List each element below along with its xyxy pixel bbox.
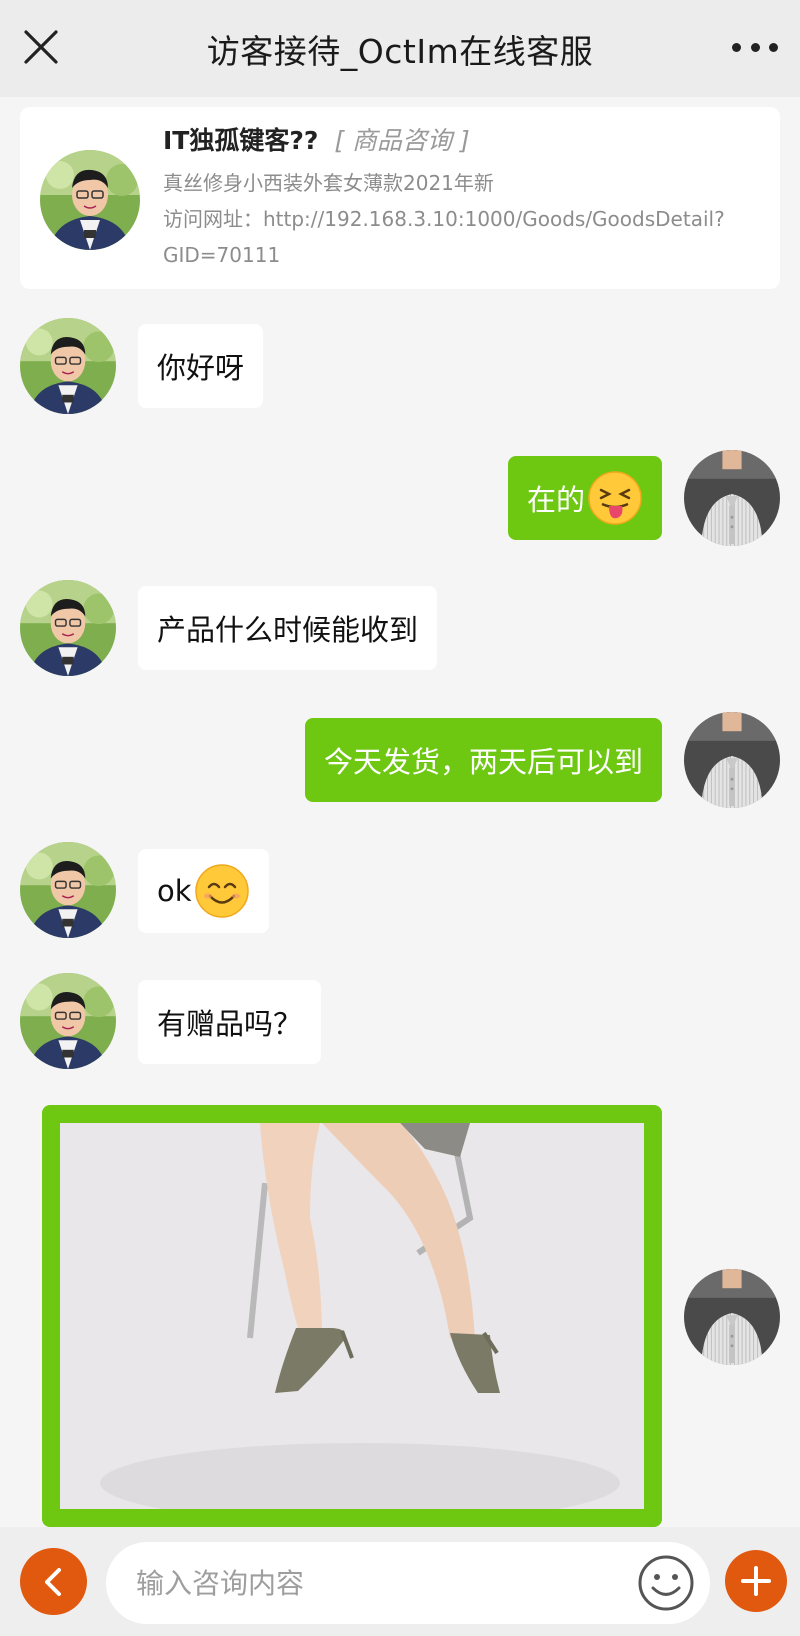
agent-avatar[interactable] (684, 712, 780, 808)
message-bubble-visitor: 你好呀 (138, 324, 264, 408)
agent-avatar[interactable] (684, 450, 780, 546)
message-text: 产品什么时候能收到 (157, 613, 419, 647)
page-title: 访客接待_OctIm在线客服 (206, 31, 594, 71)
message-bubble-agent: 在的 (507, 456, 662, 540)
plus-icon[interactable] (725, 1550, 787, 1612)
product-photo[interactable] (60, 1123, 644, 1509)
top-navbar: 访客接待_OctIm在线客服 (0, 0, 800, 97)
visitor-avatar[interactable] (20, 580, 116, 676)
consult-type-tag: [ 商品咨询 ] (334, 126, 470, 155)
image-message[interactable] (42, 1105, 662, 1527)
smiley-icon[interactable] (636, 1553, 696, 1613)
visitor-avatar[interactable] (20, 973, 116, 1069)
more-dots-icon[interactable] (732, 36, 778, 58)
visit-url-line1: 访问网址：http://192.168.3.10:1000/Goods/Good… (163, 207, 725, 231)
visitor-avatar[interactable] (20, 318, 116, 414)
message-bubble-agent: 今天发货，两天后可以到 (304, 718, 662, 802)
visitor-name: IT独孤键客?? (163, 126, 319, 155)
visitor-info-card: IT独孤键客?? [ 商品咨询 ] 真丝修身小西装外套女薄款2021年新 访问网… (20, 107, 780, 289)
tongue-out-emoji-icon (587, 470, 643, 526)
message-bubble-visitor: 有赠品吗？ (138, 980, 322, 1064)
visit-url: 访问网址：http://192.168.3.10:1000/Goods/Good… (163, 201, 748, 273)
visitor-avatar (40, 150, 140, 250)
message-input[interactable] (106, 1542, 710, 1624)
agent-avatar[interactable] (684, 1269, 780, 1365)
message-text: 你好呀 (157, 351, 245, 385)
input-bar (0, 1527, 800, 1636)
message-text: 有赠品吗？ (157, 1007, 303, 1041)
product-name: 真丝修身小西装外套女薄款2021年新 (163, 171, 494, 195)
visitor-avatar[interactable] (20, 842, 116, 938)
smile-emoji-icon (194, 863, 250, 919)
message-text: 今天发货，两天后可以到 (323, 745, 643, 779)
visit-url-line2: GID=70111 (163, 243, 281, 267)
close-icon[interactable] (22, 28, 60, 66)
message-bubble-visitor: ok (138, 849, 269, 933)
message-bubble-visitor: 产品什么时候能收到 (138, 586, 438, 670)
message-text: 在的 (526, 483, 585, 517)
message-text: ok (157, 874, 192, 908)
chevron-left-icon[interactable] (20, 1548, 87, 1615)
